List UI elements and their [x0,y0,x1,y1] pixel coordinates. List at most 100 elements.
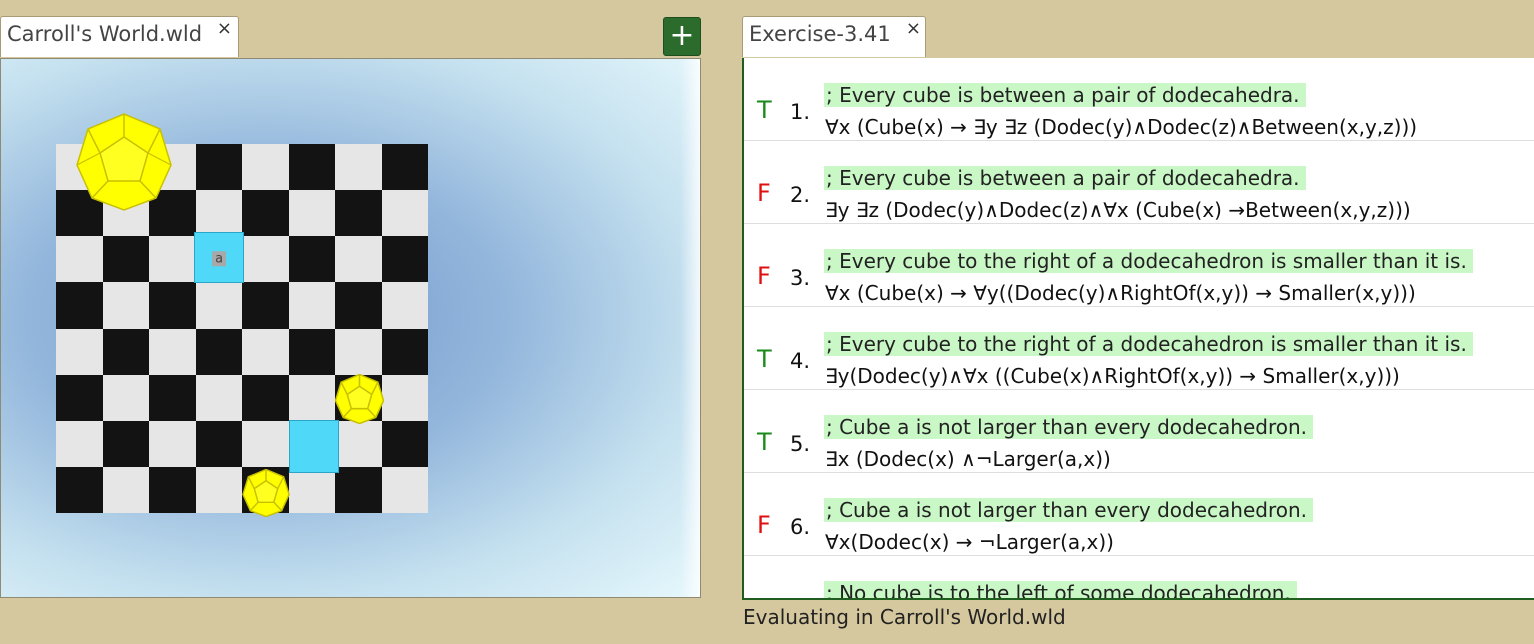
sentence-row[interactable]: T 4. ; Every cube to the right of a dode… [744,307,1534,390]
tab-world-file[interactable]: Carroll's World.wld × [0,16,239,57]
board-cell[interactable] [102,466,149,513]
board-cell[interactable] [242,144,289,191]
board-cell[interactable] [335,328,382,375]
board-cell[interactable] [195,420,242,467]
board-cell[interactable] [288,374,335,421]
board-cell[interactable] [149,466,196,513]
board-cell[interactable] [381,144,428,191]
board-cell[interactable] [288,144,335,191]
board-cell[interactable] [288,328,335,375]
board-cell[interactable] [56,236,103,283]
board-cell[interactable] [195,374,242,421]
board-cell[interactable] [288,466,335,513]
board-cell[interactable] [195,466,242,513]
sentence-comment[interactable]: ; Every cube is between a pair of dodeca… [824,83,1306,107]
truth-value: F [757,511,771,539]
sentence-comment[interactable]: ; Every cube to the right of a dodecahed… [824,332,1473,356]
truth-value: T [757,345,772,373]
board-cell[interactable] [102,420,149,467]
board-cell[interactable] [335,236,382,283]
board-cell[interactable] [381,420,428,467]
sentence-formula[interactable]: ∃y ∃z (Dodec(y)∧Dodec(z)∧∀x (Cube(x) →Be… [825,198,1411,222]
sentence-row[interactable]: T 1. ; Every cube is between a pair of d… [744,58,1534,141]
sentence-number: 4. [790,349,811,373]
board-cell[interactable] [381,374,428,421]
board-cell[interactable] [335,144,382,191]
board-cell[interactable] [195,328,242,375]
board-cell[interactable] [335,466,382,513]
board-cell[interactable] [288,282,335,329]
board-cell[interactable] [381,466,428,513]
board-cell[interactable] [242,374,289,421]
board-cell[interactable] [56,374,103,421]
sentence-row[interactable]: F 6. ; Cube a is not larger than every d… [744,473,1534,556]
board-cell[interactable] [56,282,103,329]
sentence-row[interactable]: F 3. ; Every cube to the right of a dode… [744,224,1534,307]
sentence-number: 5. [790,432,811,456]
sentences-list[interactable]: T 1. ; Every cube is between a pair of d… [742,58,1534,600]
dodecahedron-icon[interactable] [76,113,172,211]
board-cell[interactable] [288,190,335,237]
board-cell[interactable] [381,236,428,283]
sentence-comment[interactable]: ; Every cube to the right of a dodecahed… [824,249,1473,273]
sentence-formula[interactable]: ∃y(Dodec(y)∧∀x ((Cube(x)∧RightOf(x,y)) →… [825,364,1400,388]
sentence-comment[interactable]: ; Cube a is not larger than every dodeca… [824,498,1313,522]
truth-value: F [757,179,771,207]
board-cell[interactable] [149,374,196,421]
dodecahedron-icon[interactable] [242,469,290,517]
sentence-formula[interactable]: ∀x (Cube(x) → ∀y((Dodec(y)∧RightOf(x,y))… [825,281,1416,305]
board-cell[interactable] [102,282,149,329]
board-cell[interactable] [381,328,428,375]
board-cell[interactable] [56,466,103,513]
board-cell[interactable] [195,190,242,237]
board-cell[interactable] [102,236,149,283]
board-cell[interactable] [149,420,196,467]
sentence-number: 7. [790,598,810,600]
close-icon[interactable]: × [217,18,232,39]
sentence-row[interactable]: F 2. ; Every cube is between a pair of d… [744,141,1534,224]
board-cell[interactable] [242,190,289,237]
sentence-row[interactable]: F 7. ; No cube is to the left of some do… [744,556,1534,600]
cube-name-label: a [212,250,226,266]
panel-highlight [680,59,700,597]
board-cell[interactable] [149,236,196,283]
sentence-formula[interactable]: ∃x (Dodec(x) ∧¬Larger(a,x)) [825,447,1111,471]
board-cell[interactable] [242,236,289,283]
board-cell[interactable] [242,328,289,375]
board-cell[interactable] [102,374,149,421]
close-icon[interactable]: × [906,18,921,39]
board-cell[interactable] [242,282,289,329]
sentence-number: 2. [790,183,811,207]
sentence-comment[interactable]: ; Every cube is between a pair of dodeca… [824,166,1306,190]
board-cell[interactable] [381,282,428,329]
sentence-formula[interactable]: ∀x(Dodec(x) → ¬Larger(a,x)) [825,530,1114,554]
dodecahedron-icon[interactable] [335,374,384,424]
board-cell[interactable] [195,144,242,191]
board-cell[interactable] [335,190,382,237]
sentence-comment[interactable]: ; Cube a is not larger than every dodeca… [824,415,1313,439]
board-cell[interactable] [288,236,335,283]
add-tab-button[interactable]: + [663,17,701,56]
board-cell[interactable] [335,282,382,329]
board-cell[interactable] [56,420,103,467]
board-cell[interactable] [381,190,428,237]
sentence-number: 6. [790,515,811,539]
truth-value: F [757,594,771,598]
board-cell[interactable] [56,328,103,375]
board-cell[interactable] [149,328,196,375]
cube-icon[interactable]: a [194,232,244,283]
tab-exercise-file[interactable]: Exercise-3.41 × [742,16,926,57]
board-cell[interactable] [149,282,196,329]
world-view[interactable]: a [0,58,701,598]
board-cell[interactable] [102,328,149,375]
sentence-formula[interactable]: ∀x (Cube(x) → ∃y ∃z (Dodec(y)∧Dodec(z)∧B… [825,115,1417,139]
board-cell[interactable] [335,420,382,467]
cube-icon[interactable] [289,420,339,473]
truth-value: T [757,96,772,124]
sentence-row[interactable]: T 5. ; Cube a is not larger than every d… [744,390,1534,473]
tab-world-label: Carroll's World.wld [7,22,203,46]
sentence-number: 3. [790,266,811,290]
sentence-comment[interactable]: ; No cube is to the left of some dodecah… [824,581,1297,598]
board-cell[interactable] [195,282,242,329]
board-cell[interactable] [242,420,289,467]
